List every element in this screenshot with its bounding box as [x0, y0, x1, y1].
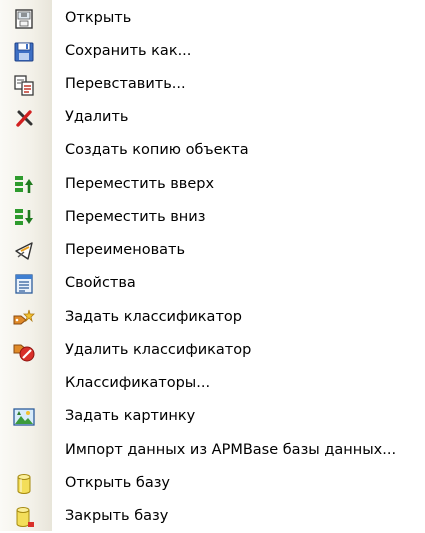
- menu-item-properties[interactable]: Свойства: [0, 267, 425, 300]
- menu-item-reinsert[interactable]: Перевставить...: [0, 68, 425, 101]
- menu-item-label: Удалить классификатор: [65, 342, 252, 358]
- menu-item-label: Перевставить...: [65, 76, 186, 92]
- remove-classifier-icon: [12, 339, 36, 363]
- menu-item-label: Классификаторы...: [65, 375, 211, 391]
- move-up-icon: [12, 173, 36, 197]
- menu-item-label: Импорт данных из APMBase базы данных...: [65, 442, 397, 458]
- database-cylinder-icon: [12, 472, 36, 496]
- menu-item-rename[interactable]: Переименовать: [0, 234, 425, 267]
- menu-item-label: Задать картинку: [65, 408, 196, 424]
- menu-item-create-copy[interactable]: Создать копию объекта: [0, 134, 425, 167]
- menu-item-import-apmbase[interactable]: Импорт данных из APMBase базы данных...: [0, 434, 425, 467]
- menu-item-label: Создать копию объекта: [65, 142, 249, 158]
- menu-item-label: Открыть: [65, 10, 132, 26]
- menu-item-save-as[interactable]: Сохранить как...: [0, 35, 425, 68]
- menu-item-label: Переименовать: [65, 242, 186, 258]
- menu-item-move-down[interactable]: Переместить вниз: [0, 201, 425, 234]
- reinsert-documents-icon: [12, 73, 36, 97]
- close-database-icon: [12, 505, 36, 529]
- menu-item-set-classifier[interactable]: Задать классификатор: [0, 301, 425, 334]
- menu-item-label: Сохранить как...: [65, 43, 192, 59]
- floppy-disk-icon: [12, 40, 36, 64]
- rename-pen-icon: [12, 239, 36, 263]
- menu-item-close-database[interactable]: Закрыть базу: [0, 500, 425, 533]
- red-cross-delete-icon: [12, 106, 36, 130]
- menu-item-label: Свойства: [65, 275, 136, 291]
- picture-icon: [12, 405, 36, 429]
- menu-item-label: Переместить вверх: [65, 176, 215, 192]
- context-menu: Открыть Сохранить как... Перевставить...: [0, 0, 425, 531]
- menu-item-open[interactable]: Открыть: [0, 2, 425, 35]
- menu-item-delete[interactable]: Удалить: [0, 101, 425, 134]
- set-classifier-icon: [12, 306, 36, 330]
- move-down-icon: [12, 206, 36, 230]
- menu-item-open-database[interactable]: Открыть базу: [0, 467, 425, 500]
- menu-item-label: Задать классификатор: [65, 309, 242, 325]
- properties-sheet-icon: [12, 272, 36, 296]
- menu-item-remove-classifier[interactable]: Удалить классификатор: [0, 334, 425, 367]
- menu-item-label: Удалить: [65, 109, 129, 125]
- menu-item-move-up[interactable]: Переместить вверх: [0, 168, 425, 201]
- menu-item-classifiers[interactable]: Классификаторы...: [0, 367, 425, 400]
- menu-item-label: Закрыть базу: [65, 508, 169, 524]
- menu-item-label: Переместить вниз: [65, 209, 206, 225]
- menu-item-label: Открыть базу: [65, 475, 170, 491]
- menu-item-set-picture[interactable]: Задать картинку: [0, 400, 425, 433]
- open-document-icon: [12, 7, 36, 31]
